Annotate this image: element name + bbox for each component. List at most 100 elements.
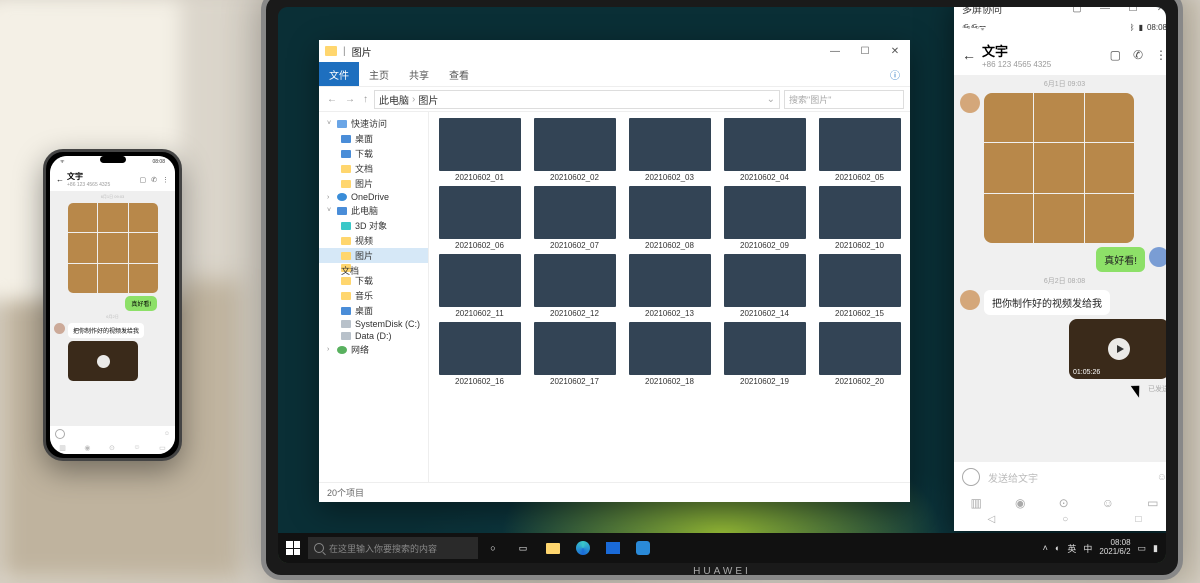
tree-thispc[interactable]: ˅此电脑	[319, 203, 428, 218]
tree-desktop[interactable]: 桌面	[319, 131, 428, 146]
explorer-file-grid[interactable]: 20210602_01 20210602_02 20210602_03 2021…	[429, 112, 910, 482]
video-call-icon[interactable]: ▢	[1110, 48, 1121, 62]
mirrored-phone-screen[interactable]: ⁴ᴳ▫ ⁴ᴳ▫ ᯤ ᛒ▮08:08 ← 文宇 +86 123 4565 4325…	[954, 19, 1166, 531]
back-icon[interactable]: ←	[962, 47, 976, 63]
file-thumb[interactable]: 20210602_10	[815, 186, 904, 250]
call-icon[interactable]: ✆	[1133, 48, 1143, 62]
folder-icon[interactable]: ▭	[159, 444, 166, 452]
notification-icon[interactable]: ▭	[1138, 543, 1147, 554]
tray-app-icon[interactable]: ◐	[1055, 543, 1060, 553]
tree-quick-access[interactable]: ˅快速访问	[319, 116, 428, 131]
tree-documents-2[interactable]: 文档	[319, 263, 428, 273]
gallery-icon[interactable]: ▥	[59, 444, 66, 452]
tray-chevron-icon[interactable]: ˄	[1043, 543, 1048, 553]
avatar[interactable]	[960, 290, 980, 310]
nav-up-icon[interactable]: ↑	[361, 94, 370, 105]
tray-language[interactable]: 中	[1083, 542, 1092, 555]
file-thumb[interactable]: 20210602_05	[815, 118, 904, 182]
emoji-icon[interactable]: ☺	[133, 444, 140, 452]
nav-back-icon[interactable]: ←	[325, 94, 339, 105]
back-icon[interactable]: ←	[56, 175, 64, 184]
tree-pictures-selected[interactable]: 图片	[319, 248, 428, 263]
nav-recents-icon[interactable]: □	[1135, 514, 1141, 525]
tree-data[interactable]: Data (D:)	[319, 330, 428, 342]
multi-screen-collab-window[interactable]: 多屏协同 ▢ — ☐ ✕ ⁴ᴳ▫ ⁴ᴳ▫ ᯤ ᛒ▮08:08 ← 文宇	[954, 7, 1166, 531]
explorer-tree[interactable]: ˅快速访问 桌面 下载 文档 图片 ›OneDrive ˅此电脑 3D 对象 视…	[319, 112, 429, 482]
taskbar-clock[interactable]: 08:08 2021/6/2	[1099, 539, 1130, 557]
breadcrumb-pictures[interactable]: 图片	[418, 92, 438, 107]
emoji-icon[interactable]: ☺	[1157, 472, 1166, 483]
app-icon[interactable]	[628, 533, 658, 563]
file-thumb[interactable]: 20210602_01	[435, 118, 524, 182]
tree-downloads-2[interactable]: 下载	[319, 273, 428, 288]
file-thumb[interactable]: 20210602_20	[815, 322, 904, 386]
gallery-icon[interactable]: ▥	[971, 496, 982, 510]
tree-music[interactable]: 音乐	[319, 288, 428, 303]
file-thumb[interactable]: 20210602_09	[720, 186, 809, 250]
collab-titlebar[interactable]: 多屏协同 ▢ — ☐ ✕	[954, 7, 1166, 19]
nav-back-icon[interactable]: ◁	[988, 514, 996, 525]
folder-icon[interactable]: ▭	[1147, 496, 1158, 510]
tree-3dobjects[interactable]: 3D 对象	[319, 218, 428, 233]
windows-taskbar[interactable]: 在这里输入你要搜索的内容 ○ ▭ ˄ ◐ 英 中 08:08 2021/6/2 …	[278, 533, 1166, 563]
start-button[interactable]	[278, 541, 308, 555]
location-icon[interactable]: ⊙	[109, 444, 115, 452]
file-thumb[interactable]: 20210602_06	[435, 186, 524, 250]
breadcrumb[interactable]: 此电脑› 图片 ⌄	[374, 90, 780, 109]
minimize-icon[interactable]: —	[1091, 7, 1119, 19]
addscreen-icon[interactable]: ▢	[1063, 7, 1091, 19]
file-thumb[interactable]: 20210602_15	[815, 254, 904, 318]
tree-systemdisk[interactable]: SystemDisk (C:)	[319, 318, 428, 330]
ribbon-home-tab[interactable]: 主页	[359, 62, 399, 86]
file-thumb[interactable]: 20210602_08	[625, 186, 714, 250]
file-thumb[interactable]: 20210602_17	[530, 322, 619, 386]
explorer-icon[interactable]	[538, 533, 568, 563]
edge-icon[interactable]	[568, 533, 598, 563]
file-thumb[interactable]: 20210602_14	[720, 254, 809, 318]
phone-photo-grid[interactable]	[68, 203, 158, 293]
file-thumb[interactable]: 20210602_02	[530, 118, 619, 182]
chat-input-field[interactable]: 发送给文宇	[988, 470, 1149, 485]
file-thumb[interactable]: 20210602_07	[530, 186, 619, 250]
camera-icon[interactable]: ◉	[1015, 496, 1025, 510]
tree-pictures[interactable]: 图片	[319, 176, 428, 191]
voice-icon[interactable]	[962, 468, 980, 486]
file-thumb[interactable]: 20210602_04	[720, 118, 809, 182]
explorer-search[interactable]: 搜索"图片"	[784, 90, 904, 109]
call-icon[interactable]: ✆	[151, 176, 157, 184]
taskbar-search[interactable]: 在这里输入你要搜索的内容	[308, 537, 478, 559]
store-icon[interactable]	[598, 533, 628, 563]
battery-icon[interactable]: ▮	[1153, 543, 1158, 554]
tree-desktop-2[interactable]: 桌面	[319, 303, 428, 318]
emoji-icon[interactable]: ☺	[164, 431, 170, 437]
tree-videos[interactable]: 视频	[319, 233, 428, 248]
tree-documents[interactable]: 文档	[319, 161, 428, 176]
file-explorer-window[interactable]: | 图片 — ☐ ✕ 文件 主页 共享 查看 ⓘ ← → ↑ 此电	[319, 40, 910, 502]
file-thumb[interactable]: 20210602_11	[435, 254, 524, 318]
file-thumb[interactable]: 20210602_18	[625, 322, 714, 386]
chat-body[interactable]: 6月1日 09:03 真好看! 6月2日 08:08	[954, 75, 1166, 462]
minimize-icon[interactable]: —	[820, 40, 850, 62]
nav-home-icon[interactable]: ○	[1062, 514, 1068, 525]
more-icon[interactable]: ⋮	[1155, 48, 1166, 62]
help-icon[interactable]: ⓘ	[880, 67, 910, 82]
tree-network[interactable]: ›网络	[319, 342, 428, 357]
emoji-icon[interactable]: ☺	[1102, 496, 1114, 510]
file-thumb[interactable]: 20210602_16	[435, 322, 524, 386]
video-call-icon[interactable]: ▢	[140, 176, 147, 184]
file-thumb[interactable]: 20210602_03	[625, 118, 714, 182]
file-thumb[interactable]: 20210602_19	[720, 322, 809, 386]
location-icon[interactable]: ⊙	[1059, 496, 1069, 510]
tree-onedrive[interactable]: ›OneDrive	[319, 191, 428, 203]
tray-ime-mode[interactable]: 英	[1067, 542, 1076, 555]
close-icon[interactable]: ✕	[1147, 7, 1166, 19]
phone-video-bubble[interactable]	[68, 341, 138, 381]
video-message[interactable]: 01:05:26	[1069, 319, 1166, 379]
breadcrumb-thispc[interactable]: 此电脑	[379, 92, 409, 107]
ribbon-share-tab[interactable]: 共享	[399, 62, 439, 86]
file-thumb[interactable]: 20210602_12	[530, 254, 619, 318]
file-thumb[interactable]: 20210602_13	[625, 254, 714, 318]
close-icon[interactable]: ✕	[880, 40, 910, 62]
camera-icon[interactable]: ◉	[84, 444, 90, 452]
nav-forward-icon[interactable]: →	[343, 94, 357, 105]
